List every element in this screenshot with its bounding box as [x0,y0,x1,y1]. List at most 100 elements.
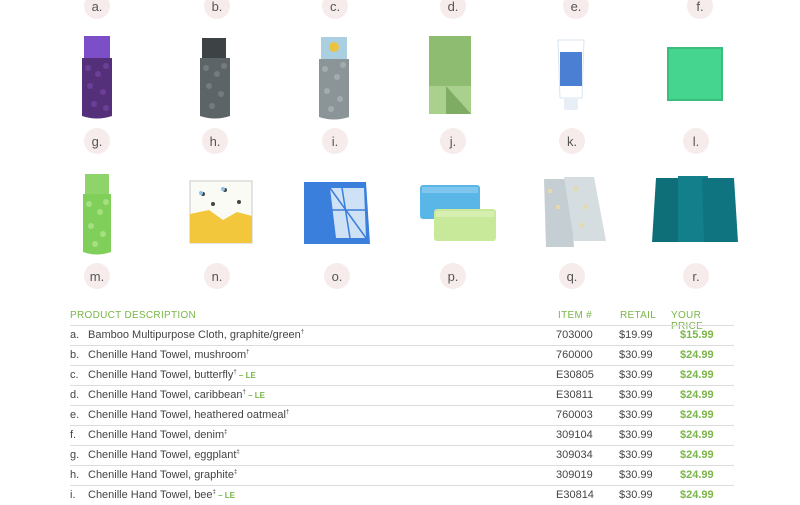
row-letter: i. [70,489,76,501]
row-description: Chenille Hand Towel, bee‡ – LE [88,489,235,501]
row-item-number: E30814 [556,489,594,501]
badge-e: e. [563,0,589,19]
towel-lime-image [83,174,111,255]
row-item-number: E30811 [556,389,594,401]
header-item: ITEM # [558,310,593,321]
row-desc-text: Chenille Hand Towel, graphite [88,469,234,481]
row-desc-text: Chenille Hand Towel, denim [88,429,225,441]
row-footnote-mark: ‡ [224,429,228,436]
row-item-number: 309104 [556,429,593,441]
row-letter: g. [70,449,80,461]
pouch-set-image [420,185,496,241]
badge-m: m. [84,263,110,289]
cloth-bee-print-image [189,180,253,244]
badge-p: p. [440,263,466,289]
row-desc-text: Chenille Hand Towel, bee [88,489,213,501]
row-footnote-mark: † [300,329,305,336]
row-desc-text: Chenille Hand Towel, heathered oatmeal [88,409,286,421]
row-description: Chenille Hand Towel, heathered oatmeal† [88,409,289,421]
product-table: PRODUCT DESCRIPTION ITEM # RETAIL YOUR P… [70,307,734,505]
row-your-price: $24.99 [680,429,714,441]
row-retail-price: $30.99 [619,489,653,501]
towel-eggplant-image [82,36,112,119]
row-desc-text: Chenille Hand Towel, caribbean [88,389,243,401]
row-letter: e. [70,409,80,421]
badge-o: o. [324,263,350,289]
row-footnote-mark: † [246,349,250,356]
row-item-number: 309034 [556,449,593,461]
row-description: Chenille Hand Towel, butterfly† – LE [88,369,256,381]
row-letter: b. [70,349,80,361]
row-footnote-mark: ‡ [236,449,240,456]
badge-a: a. [84,0,110,19]
row-retail-price: $19.99 [619,329,653,341]
row-item-number: 760003 [556,409,593,421]
row-description: Chenille Hand Towel, mushroom† [88,349,250,361]
row-le-tag: – LE [215,491,236,500]
cloth-blue-window-image [304,182,370,244]
row-desc-text: Chenille Hand Towel, butterfly [88,369,234,381]
towel-graphite-image [200,38,230,119]
row-retail-price: $30.99 [619,349,653,361]
badge-g: g. [84,128,110,154]
row-your-price: $24.99 [680,449,714,461]
badge-l: l. [683,128,709,154]
row-desc-text: Chenille Hand Towel, mushroom [88,349,247,361]
row-item-number: E30805 [556,369,594,381]
badge-j: j. [440,128,466,154]
row-desc-text: Bamboo Multipurpose Cloth, graphite/gree… [88,329,301,341]
row-description: Chenille Hand Towel, eggplant‡ [88,449,240,461]
table-row: c. Chenille Hand Towel, butterfly† – LE E3… [70,365,734,385]
row-retail-price: $30.99 [619,369,653,381]
row-retail-price: $30.99 [619,409,653,421]
row-retail-price: $30.99 [619,389,653,401]
row-footnote-mark: † [285,409,290,416]
table-row: g. Chenille Hand Towel, eggplant‡ 309034 $3… [70,445,734,465]
badge-r: r. [683,263,709,289]
towel-teal-set-image [652,176,738,242]
badge-i: i. [322,128,348,154]
row-le-tag: – LE [236,371,256,380]
row-desc-text: Chenille Hand Towel, eggplant [88,449,237,461]
row-footnote-mark: ‡ [233,469,238,476]
badge-c: c. [322,0,348,19]
row-letter: c. [70,369,79,381]
table-row: f. Chenille Hand Towel, denim‡ 309104 $30.9… [70,425,734,445]
towel-green-folded-image [429,36,471,114]
table-row: i. Chenille Hand Towel, bee‡ – LE E30814 $3… [70,485,734,505]
row-description: Bamboo Multipurpose Cloth, graphite/gree… [88,329,304,341]
row-letter: h. [70,469,80,481]
table-row: b. Chenille Hand Towel, mushroom† 760000 $3… [70,345,734,365]
header-description: PRODUCT DESCRIPTION [70,310,197,321]
row-your-price: $24.99 [680,349,714,361]
row-your-price: $24.99 [680,389,714,401]
row-letter: d. [70,389,80,401]
towel-pair-beige-image [544,177,606,247]
row-your-price: $24.99 [680,409,714,421]
badge-b: b. [204,0,230,19]
badge-n: n. [204,263,230,289]
row-your-price: $24.99 [680,489,714,501]
row-letter: a. [70,329,80,341]
header-retail: RETAIL [620,310,657,321]
badge-f: f. [687,0,713,19]
row-your-price: $15.99 [680,329,714,341]
cloth-mint-image [667,47,723,101]
row-description: Chenille Hand Towel, caribbean† – LE [88,389,265,401]
row-retail-price: $30.99 [619,449,653,461]
table-row: d. Chenille Hand Towel, caribbean† – LE E3… [70,385,734,405]
row-item-number: 309019 [556,469,593,481]
badge-q: q. [559,263,585,289]
badge-k: k. [559,128,585,154]
row-le-tag: – LE [245,391,265,400]
row-letter: f. [70,429,77,441]
table-row: a. Bamboo Multipurpose Cloth, graphite/gr… [70,325,734,345]
table-row: e. Chenille Hand Towel, heathered oatmeal… [70,405,734,425]
towel-bee-image [319,37,349,120]
row-retail-price: $30.99 [619,469,653,481]
row-retail-price: $30.99 [619,429,653,441]
badge-d: d. [440,0,466,19]
row-your-price: $24.99 [680,369,714,381]
row-your-price: $24.99 [680,469,714,481]
row-description: Chenille Hand Towel, denim‡ [88,429,228,441]
